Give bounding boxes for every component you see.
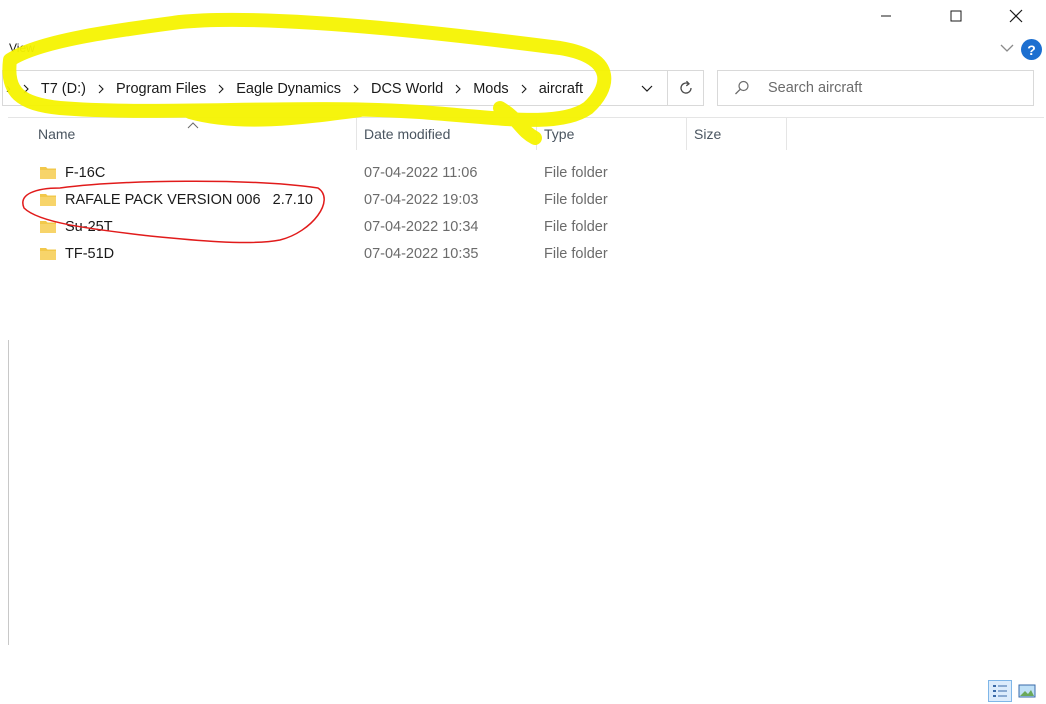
chevron-right-icon[interactable] — [21, 84, 31, 94]
column-header-name[interactable]: Name — [38, 126, 75, 142]
help-button[interactable]: ? — [1021, 39, 1042, 60]
breadcrumb-aircraft[interactable]: aircraft — [539, 81, 583, 97]
file-type: File folder — [544, 246, 608, 262]
column-header-date-modified[interactable]: Date modified — [364, 126, 450, 142]
chevron-right-icon[interactable] — [453, 84, 463, 94]
refresh-icon — [679, 80, 692, 94]
refresh-button[interactable] — [667, 71, 703, 105]
breadcrumb: › T7 (D:) Program Files Eagle Dynamics D… — [6, 78, 583, 100]
column-header-type[interactable]: Type — [544, 126, 574, 142]
file-name: TF-51D — [65, 246, 115, 262]
close-icon — [1009, 9, 1023, 23]
chevron-right-icon[interactable] — [351, 84, 361, 94]
file-date: 07-04-2022 19:03 — [364, 192, 479, 208]
folder-icon — [40, 194, 56, 206]
breadcrumb-drive[interactable]: T7 (D:) — [41, 81, 86, 97]
file-date: 07-04-2022 11:06 — [364, 165, 478, 181]
large-icons-view-button[interactable] — [1015, 680, 1039, 702]
sort-ascending-icon — [187, 116, 199, 129]
file-date: 07-04-2022 10:34 — [364, 219, 479, 235]
breadcrumb-dcs-world[interactable]: DCS World — [371, 81, 443, 97]
column-divider[interactable] — [536, 118, 537, 150]
folder-icon — [40, 221, 56, 233]
ribbon-tab-view[interactable]: View — [9, 41, 35, 55]
file-row-rafale[interactable]: RAFALE PACK VERSION 006 2.7.10 07-04-202… — [30, 187, 730, 214]
column-divider[interactable] — [686, 118, 687, 150]
file-row-su25t[interactable]: Su-25T 07-04-2022 10:34 File folder — [30, 214, 730, 241]
minimize-icon — [881, 15, 891, 17]
chevron-right-icon[interactable] — [96, 84, 106, 94]
details-view-icon — [993, 685, 1007, 697]
large-icons-view-icon — [1018, 684, 1036, 698]
chevron-right-icon[interactable] — [519, 84, 529, 94]
file-row-tf51d[interactable]: TF-51D 07-04-2022 10:35 File folder — [30, 241, 730, 268]
file-row-f16c[interactable]: F-16C 07-04-2022 11:06 File folder — [30, 160, 730, 187]
file-type: File folder — [544, 192, 608, 208]
column-divider[interactable] — [356, 118, 357, 150]
file-type: File folder — [544, 219, 608, 235]
breadcrumb-program-files[interactable]: Program Files — [116, 81, 206, 97]
maximize-icon — [950, 10, 962, 22]
close-button[interactable] — [993, 0, 1039, 32]
breadcrumb-mods[interactable]: Mods — [473, 81, 508, 97]
folder-icon — [40, 167, 56, 179]
chevron-down-icon — [641, 85, 653, 92]
breadcrumb-overflow[interactable]: › — [6, 81, 11, 97]
file-type: File folder — [544, 165, 608, 181]
minimize-button[interactable] — [863, 0, 909, 32]
chevron-right-icon[interactable] — [216, 84, 226, 94]
file-name: F-16C — [65, 165, 106, 181]
maximize-button[interactable] — [933, 0, 979, 32]
left-scroll-edge — [8, 340, 9, 645]
search-input[interactable]: Search aircraft — [768, 80, 862, 96]
chevron-down-icon — [1000, 44, 1014, 52]
folder-icon — [40, 248, 56, 260]
file-name: RAFALE PACK VERSION 006 2.7.10 — [65, 192, 313, 208]
file-date: 07-04-2022 10:35 — [364, 246, 479, 262]
search-box[interactable] — [717, 70, 1034, 106]
details-view-button[interactable] — [988, 680, 1012, 702]
column-header-size[interactable]: Size — [694, 126, 721, 142]
search-icon — [733, 79, 751, 97]
file-name: Su-25T — [65, 219, 113, 235]
column-divider[interactable] — [786, 118, 787, 150]
header-top-border — [8, 117, 1044, 118]
breadcrumb-eagle-dynamics[interactable]: Eagle Dynamics — [236, 81, 341, 97]
address-history-button[interactable] — [636, 80, 658, 98]
ribbon-expand-button[interactable] — [998, 39, 1016, 57]
